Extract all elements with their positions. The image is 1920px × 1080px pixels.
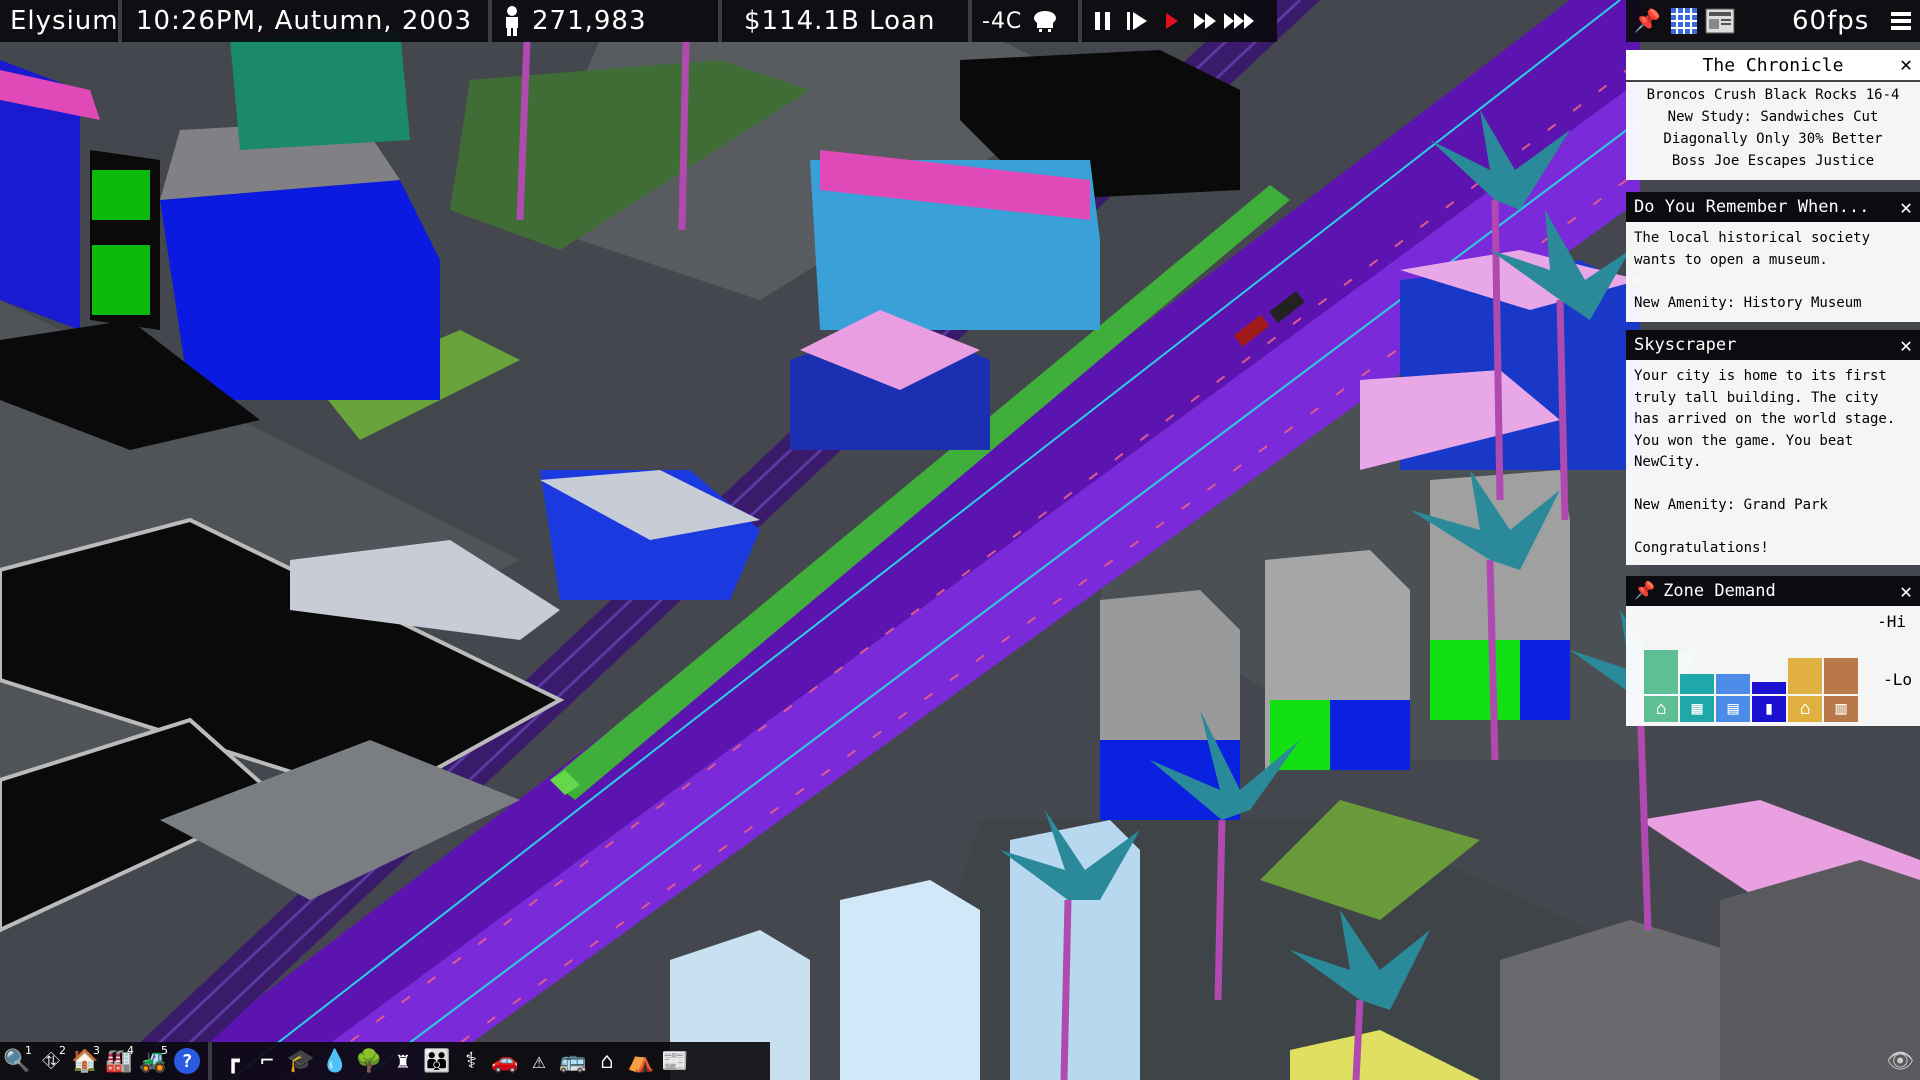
newspaper-icon[interactable] [1702,8,1738,34]
eye-icon[interactable]: 👁 [1886,1049,1914,1074]
city-name[interactable]: Elysium [0,0,122,42]
monument-icon[interactable]: ♜ [386,1044,420,1078]
warning-icon[interactable]: ⚠ [522,1044,556,1078]
notification-body[interactable]: The local historical society wants to op… [1626,222,1920,320]
pin-icon[interactable]: 📌 [1634,581,1655,601]
tower-icon[interactable]: ▮ [1752,696,1786,722]
chronicle-headlines[interactable]: Broncos Crush Black Rocks 16-4 New Study… [1626,82,1920,178]
car-icon[interactable]: 🚗 [488,1044,522,1078]
close-icon[interactable]: ✕ [1900,579,1912,603]
weather-display[interactable]: -4C [972,0,1082,42]
budget-display[interactable]: $114.1B Loan [722,0,972,42]
people-icon[interactable]: 👪 [420,1044,454,1078]
zone-residential-icon[interactable]: 🏠 3 [68,1044,102,1078]
close-icon[interactable]: ✕ [1900,52,1912,76]
hotkey-label: 3 [93,1044,100,1057]
zone-demand-header: 📌 Zone Demand ✕ [1626,576,1920,606]
headline: New Study: Sandwiches Cut [1667,109,1879,125]
house-icon[interactable]: ⌂ [1644,696,1678,722]
fps-counter: 60fps [1792,6,1870,36]
population-display[interactable]: 271,983 [492,0,722,42]
demand-bar [1752,682,1786,694]
play-icon[interactable] [1120,4,1154,38]
shelter-icon[interactable]: ⛺ [624,1044,658,1078]
zone-demand-title: Zone Demand [1663,581,1776,601]
record-icon[interactable] [1154,4,1188,38]
pause-icon[interactable] [1086,4,1120,38]
search-icon[interactable]: 🔍 1 [0,1044,34,1078]
hotkey-label: 4 [127,1044,134,1057]
tool-group: 🔍 1 ⛗ 2 🏠 3 🏭 4 🚜 5? [0,1044,204,1078]
chronicle-header: The Chronicle ✕ [1626,50,1920,82]
office-icon[interactable]: ▤ [1716,696,1750,722]
snow-cloud-icon [1032,9,1058,33]
apartment-icon[interactable]: ▦ [1680,696,1714,722]
toolbar-divider [208,1042,212,1080]
factory-icon[interactable]: ▥ [1824,696,1858,722]
graduation-cap-icon[interactable]: 🎓 [284,1044,318,1078]
home-icon[interactable]: ⌂ [590,1044,624,1078]
bus-icon[interactable]: 🚌 [556,1044,590,1078]
zone-industrial-icon[interactable]: 🏭 4 [102,1044,136,1078]
zone-demand-heading: 📌 Zone Demand [1634,581,1776,601]
headline: Broncos Crush Black Rocks 16-4 [1646,87,1900,103]
help-glyph: ? [174,1048,200,1074]
water-icon[interactable]: 💧 [318,1044,352,1078]
close-icon[interactable]: ✕ [1900,195,1912,219]
grid-icon[interactable] [1666,7,1702,35]
amenity-group: ┏ ⌐ 🎓 💧 🌳 ♜ 👪 ⚕ 🚗 ⚠ 🚌 ⌂ ⛺ 📰 [216,1044,692,1078]
demand-bar [1788,658,1822,694]
menu-icon[interactable] [1891,10,1912,32]
demand-bar [1716,674,1750,694]
demand-bar [1680,674,1714,694]
headline: Boss Joe Escapes Justice [1671,153,1875,169]
shop-icon[interactable]: ⌂ [1788,696,1822,722]
notification-title: Skyscraper [1634,335,1737,355]
notification-panel: Do You Remember When... ✕ The local hist… [1626,192,1920,322]
headline: Diagonally Only 30% Better [1663,131,1883,147]
hotkey-label: 2 [59,1044,66,1057]
road-icon[interactable]: ⛗ 2 [34,1044,68,1078]
lo-label: -Lo [1883,670,1912,689]
top-status-bar: Elysium 10:26PM, Autumn, 2003 271,983 $1… [0,0,1277,42]
hi-label: -Hi [1877,612,1906,631]
hotkey-label: 5 [161,1044,168,1057]
zone-demand-panel: 📌 Zone Demand ✕ -Hi -Lo ⌂ ▦ ▤ ▮ ⌂ ▥ [1626,576,1920,726]
notification-header: Skyscraper ✕ [1626,330,1920,360]
zone-demand-chart: -Hi -Lo ⌂ ▦ ▤ ▮ ⌂ ▥ [1626,606,1920,726]
bottom-toolbar: 🔍 1 ⛗ 2 🏠 3 🏭 4 🚜 5? ┏ ⌐ 🎓 💧 🌳 ♜ 👪 ⚕ 🚗 ⚠ 🚌 ⌂ ⛺ 📰 [0,1042,770,1080]
population-count: 271,983 [532,6,647,36]
date-time: 10:26PM, Autumn, 2003 [122,0,492,42]
temperature: -4C [982,8,1023,34]
notification-panel: Skyscraper ✕ Your city is home to its fi… [1626,330,1920,565]
notification-body[interactable]: Your city is home to its first truly tal… [1626,360,1920,566]
speed-controls [1082,0,1266,42]
medical-icon[interactable]: ⚕ [454,1044,488,1078]
close-icon[interactable]: ✕ [1900,333,1912,357]
hotkey-label: 1 [25,1044,32,1057]
chronicle-title: The Chronicle [1702,54,1844,76]
fast-forward-icon[interactable] [1188,4,1222,38]
demand-bar [1644,650,1678,694]
newspaper-icon[interactable]: 📰 [658,1044,692,1078]
park-icon[interactable]: 🌳 [352,1044,386,1078]
bulldozer-icon[interactable]: 🚜 5 [136,1044,170,1078]
notification-header: Do You Remember When... ✕ [1626,192,1920,222]
top-right-bar: 📌 60fps [1626,0,1920,42]
fastest-forward-icon[interactable] [1222,4,1256,38]
streetlight-icon[interactable]: ┏ [216,1044,250,1078]
pin-icon[interactable]: 📌 [1630,9,1666,34]
notification-title: Do You Remember When... [1634,197,1870,217]
person-icon [502,6,522,36]
demand-bar [1824,658,1858,694]
chronicle-panel: The Chronicle ✕ Broncos Crush Black Rock… [1626,50,1920,180]
help-icon[interactable]: ? [170,1044,204,1078]
gun-icon[interactable]: ⌐ [250,1044,284,1078]
